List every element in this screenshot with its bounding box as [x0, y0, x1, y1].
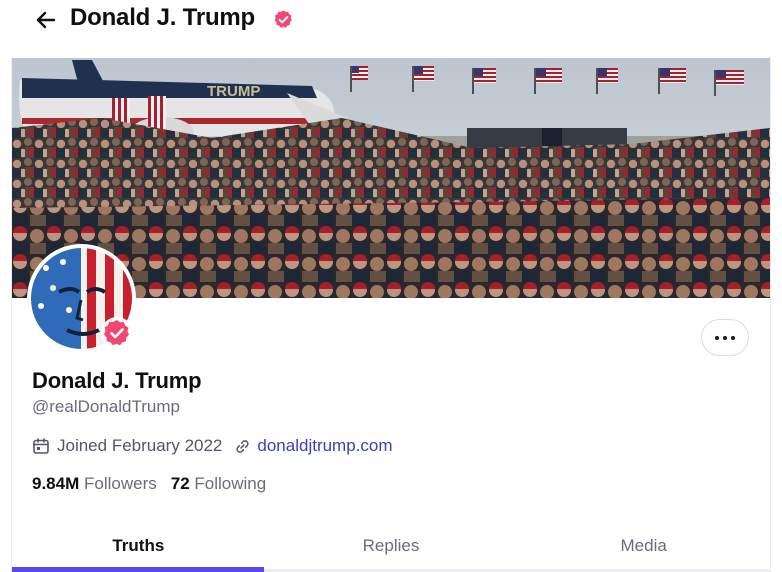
followers-count: 9.84M: [32, 474, 80, 493]
followers-label: Followers: [83, 474, 157, 493]
followers-stat[interactable]: 9.84M Followers: [32, 474, 157, 494]
joined-date: Joined February 2022: [57, 436, 223, 455]
following-label: Following: [194, 474, 267, 493]
more-dot: [723, 335, 727, 340]
profile-meta: Joined February 2022 donaldjtrump.com: [32, 434, 393, 458]
profile-display-name: Donald J. Trump: [32, 368, 202, 393]
follow-stats: 9.84M Followers 72 Following: [32, 474, 266, 494]
page-title: Donald J. Trump: [70, 4, 256, 31]
following-stat[interactable]: 72 Following: [171, 474, 266, 494]
top-bar: Donald J. Trump: [0, 0, 782, 40]
more-dot: [715, 335, 719, 340]
back-button[interactable]: [34, 8, 58, 32]
profile-handle: @realDonaldTrump: [32, 397, 180, 416]
avatar-verified-badge-icon: [101, 317, 133, 349]
following-count: 72: [170, 474, 190, 493]
more-dot: [731, 335, 735, 340]
active-tab-indicator: [12, 567, 264, 572]
profile-tabs: Truths Replies Media: [12, 524, 770, 572]
banner-image: TRUMP: [12, 58, 770, 298]
arrow-left-icon: [36, 11, 56, 29]
link-icon: [236, 439, 249, 453]
website-link[interactable]: donaldjtrump.com: [257, 436, 392, 456]
calendar-icon: [33, 438, 49, 454]
tab-media[interactable]: Media: [517, 524, 770, 572]
verified-badge-icon: [274, 10, 292, 28]
profile-banner: TRUMP: [12, 58, 770, 298]
tab-replies[interactable]: Replies: [265, 524, 518, 572]
more-options-button[interactable]: [701, 319, 749, 356]
tab-truths[interactable]: Truths: [12, 524, 265, 572]
